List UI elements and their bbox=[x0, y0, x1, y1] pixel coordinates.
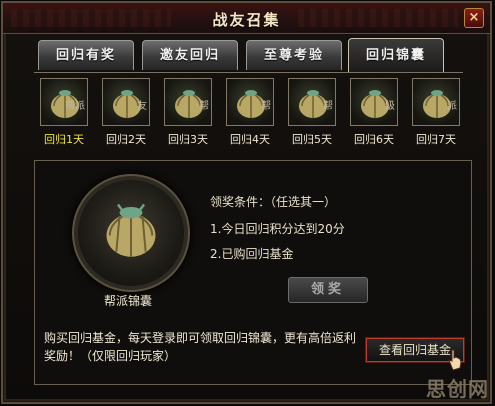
claim-button[interactable]: 领奖 bbox=[288, 277, 368, 303]
reward-day-label: 回归3天 bbox=[168, 133, 208, 146]
reward-slot: 派 bbox=[412, 78, 460, 126]
reward-slot: 级 bbox=[350, 78, 398, 126]
reward-tag: 友 bbox=[137, 101, 147, 112]
reward-tag: 级 bbox=[385, 101, 395, 112]
reward-day-7[interactable]: 派 回归7天 bbox=[408, 78, 464, 147]
bag-icon bbox=[106, 203, 156, 257]
reward-day-5[interactable]: 帮 回归5天 bbox=[284, 78, 340, 147]
reward-day-label: 回归5天 bbox=[292, 133, 332, 146]
reward-slot: 帮派 bbox=[40, 78, 88, 126]
reward-tag: 派 bbox=[447, 101, 457, 112]
reward-slot: 帮 bbox=[164, 78, 212, 126]
featured-reward-label: 帮派锦囊 bbox=[104, 294, 153, 308]
tab-supreme-trial[interactable]: 至尊考验 bbox=[246, 40, 342, 70]
reward-day-6[interactable]: 级 回归6天 bbox=[346, 78, 402, 147]
reward-tag: 帮派 bbox=[65, 101, 85, 112]
reward-day-label: 回归2天 bbox=[106, 133, 146, 146]
hand-cursor-icon bbox=[448, 349, 462, 371]
tab-return-reward[interactable]: 回归有奖 bbox=[38, 40, 134, 70]
reward-day-label: 回归1天 bbox=[44, 133, 84, 146]
close-button[interactable]: × bbox=[464, 8, 484, 28]
reward-slot: 帮 bbox=[288, 78, 336, 126]
reward-day-label: 回归4天 bbox=[230, 133, 270, 146]
reward-tag: 帮 bbox=[323, 101, 333, 112]
reward-slot: 友 bbox=[102, 78, 150, 126]
tab-invite-friends[interactable]: 邀友回归 bbox=[142, 40, 238, 70]
reward-day-2[interactable]: 友 回归2天 bbox=[98, 78, 154, 147]
window-title: 战友召集 bbox=[212, 11, 281, 29]
reward-tag: 帮 bbox=[199, 101, 209, 112]
conditions-title: 领奖条件：（任选其一） bbox=[210, 195, 337, 209]
condition-item: 1.今日回归积分达到20分 bbox=[210, 222, 345, 236]
reward-tag: 帮 bbox=[261, 101, 271, 112]
featured-reward-icon[interactable] bbox=[78, 180, 184, 286]
reward-slot: 帮 bbox=[226, 78, 274, 126]
watermark-logo: 思创网 bbox=[426, 377, 489, 401]
reward-day-1[interactable]: 帮派 回归1天 bbox=[36, 78, 92, 147]
title-bar: 战友召集 × bbox=[3, 3, 490, 34]
reward-day-4[interactable]: 帮 回归4天 bbox=[222, 78, 278, 147]
reward-day-label: 回归7天 bbox=[416, 133, 456, 146]
tab-return-bag[interactable]: 回归锦囊 bbox=[348, 38, 444, 72]
reward-day-label: 回归6天 bbox=[354, 133, 394, 146]
fund-description: 购买回归基金，每天登录即可领取回归锦囊，更有高倍返利奖励！（仅限回归玩家） bbox=[44, 331, 357, 363]
condition-item: 2.已购回归基金 bbox=[210, 247, 294, 261]
reward-day-3[interactable]: 帮 回归3天 bbox=[160, 78, 216, 147]
